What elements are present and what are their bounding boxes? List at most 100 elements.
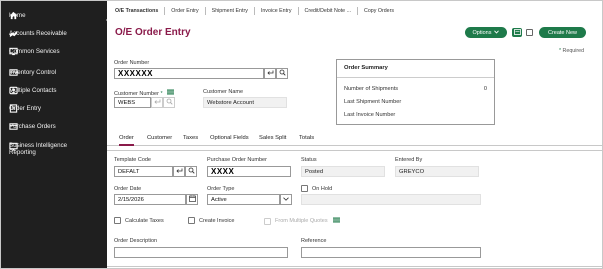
order-type-dropdown-button[interactable] <box>280 194 292 205</box>
sidebar-item-label: Business Intelligence Reporting <box>9 142 68 156</box>
checkbox-box[interactable] <box>188 217 195 224</box>
sidebar-item-label: Order Entry <box>9 104 41 112</box>
tab-sales-split[interactable]: Sales Split <box>259 135 286 141</box>
search-icon <box>279 69 286 78</box>
tab-totals[interactable]: Totals <box>299 135 314 141</box>
template-code-label: Template Code <box>114 157 151 163</box>
po-number-value: XXXX <box>211 167 235 176</box>
template-code-enter-button[interactable] <box>173 166 185 177</box>
entered-by-label: Entered By <box>395 157 423 163</box>
sidebar-item-accounts-receivable[interactable]: Accounts Receivable <box>1 24 107 42</box>
sidebar: Home Accounts Receivable Common Services… <box>1 1 107 268</box>
enter-icon <box>175 168 183 176</box>
divider <box>107 266 602 267</box>
tab-order[interactable]: Order <box>119 135 134 146</box>
order-number-value: XXXXXX <box>118 69 154 78</box>
calendar-icon <box>188 195 196 204</box>
breadcrumb-item[interactable]: Credit/Debit Note ... <box>305 8 352 14</box>
customer-name-field[interactable]: Webstore Account <box>203 97 287 108</box>
app-window: Home Accounts Receivable Common Services… <box>0 0 603 269</box>
status-label: Status <box>301 157 317 163</box>
sidebar-item-business-intelligence-reporting[interactable]: Business Intelligence Reporting <box>1 139 107 161</box>
order-date-label: Order Date <box>114 186 142 192</box>
breadcrumb-item[interactable]: Copy Orders <box>364 8 394 14</box>
sidebar-item-label: Multiple Contacts <box>9 86 57 94</box>
tab-optional-fields[interactable]: Optional Fields <box>210 135 249 141</box>
tab-customer[interactable]: Customer <box>147 135 172 141</box>
chevron-down-icon <box>283 196 289 203</box>
summary-row-value: 0 <box>483 86 487 92</box>
tab-taxes[interactable]: Taxes <box>183 135 198 141</box>
enter-icon <box>153 99 161 107</box>
order-date-picker-button[interactable] <box>186 194 198 205</box>
status-field: Posted <box>301 166 385 177</box>
order-number-label: Order Number <box>114 60 150 66</box>
summary-row-label: Last Shipment Number <box>344 99 402 105</box>
order-number-finder-button[interactable] <box>276 68 288 79</box>
order-number-field[interactable]: XXXXXX <box>114 68 264 79</box>
checkbox-box[interactable] <box>114 217 121 224</box>
sidebar-item-label: Inventory Control <box>9 68 57 76</box>
customer-number-enter-button[interactable] <box>151 97 163 108</box>
sidebar-item-purchase-orders[interactable]: Purchase Orders <box>1 117 107 135</box>
on-hold-label: On Hold <box>312 185 333 192</box>
breadcrumb-item[interactable]: Order Entry <box>171 8 198 14</box>
enter-icon <box>266 70 274 78</box>
order-type-label: Order Type <box>207 186 235 192</box>
reference-label: Reference <box>301 238 327 244</box>
sidebar-item-home[interactable]: Home <box>1 6 107 24</box>
order-summary-panel: Order Summary Number of Shipments 0 Last… <box>336 59 495 125</box>
breadcrumb-item[interactable]: O/E Transactions <box>115 8 158 14</box>
order-type-select[interactable]: Active <box>207 194 280 205</box>
search-icon <box>188 167 195 176</box>
create-new-button[interactable]: Create New <box>539 27 586 38</box>
sidebar-item-label: Accounts Receivable <box>9 29 67 37</box>
summary-row-label: Number of Shipments <box>344 86 399 92</box>
export-button[interactable] <box>512 28 522 37</box>
summary-row-label: Last Invoice Number <box>344 112 396 118</box>
order-number-enter-button[interactable] <box>264 68 276 79</box>
order-summary-title: Order Summary <box>344 65 388 71</box>
sidebar-item-label: Purchase Orders <box>9 122 56 130</box>
checkbox-box[interactable] <box>301 185 308 192</box>
page-title: O/E Order Entry <box>115 27 191 38</box>
customer-number-label: Customer Number * <box>114 89 175 97</box>
sidebar-item-order-entry[interactable]: Order Entry <box>1 99 107 117</box>
order-description-label: Order Description <box>114 238 158 244</box>
checkbox-box <box>264 217 271 225</box>
main-content: O/E Transactions Order Entry Shipment En… <box>107 1 602 268</box>
sidebar-item-inventory-control[interactable]: Inventory Control <box>1 63 107 81</box>
list-icon[interactable] <box>332 217 340 225</box>
sidebar-item-common-services[interactable]: Common Services <box>1 42 107 60</box>
on-hold-reason-field <box>301 194 481 205</box>
calculate-taxes-label: Calculate Taxes <box>125 217 164 224</box>
order-date-field[interactable]: 2/15/2026 <box>114 194 186 205</box>
from-multiple-quotes-checkbox: From Multiple Quotes <box>264 217 340 225</box>
divider <box>107 150 602 151</box>
options-button[interactable]: Options <box>465 27 507 38</box>
calculate-taxes-checkbox[interactable]: Calculate Taxes <box>114 217 164 224</box>
breadcrumb-item[interactable]: Invoice Entry <box>261 8 292 14</box>
chevron-down-icon <box>494 29 500 36</box>
customer-number-finder-button[interactable] <box>163 97 175 108</box>
customer-name-label: Customer Name <box>203 89 244 95</box>
template-code-field[interactable]: DEFALT <box>114 166 173 177</box>
sidebar-item-multiple-contacts[interactable]: Multiple Contacts <box>1 81 107 99</box>
search-icon <box>166 98 173 107</box>
required-note: * Required <box>559 48 585 54</box>
create-invoice-checkbox[interactable]: Create Invoice <box>188 217 234 224</box>
template-code-finder-button[interactable] <box>185 166 197 177</box>
create-invoice-label: Create Invoice <box>199 217 235 224</box>
po-number-label: Purchase Order Number <box>207 157 267 163</box>
sidebar-item-label: Common Services <box>9 47 60 55</box>
tab-bar: Order Customer Taxes Optional Fields Sal… <box>107 132 602 146</box>
from-multiple-quotes-label: From Multiple Quotes <box>275 218 328 224</box>
order-description-field[interactable] <box>114 247 288 258</box>
breadcrumb-item[interactable]: Shipment Entry <box>212 8 248 14</box>
reference-field[interactable] <box>301 247 481 258</box>
on-hold-checkbox[interactable]: On Hold <box>301 185 332 192</box>
select-checkbox[interactable] <box>526 29 533 36</box>
customer-number-field[interactable]: WEBS <box>114 97 151 108</box>
po-number-field[interactable]: XXXX <box>207 166 291 177</box>
breadcrumb: O/E Transactions Order Entry Shipment En… <box>115 7 394 15</box>
